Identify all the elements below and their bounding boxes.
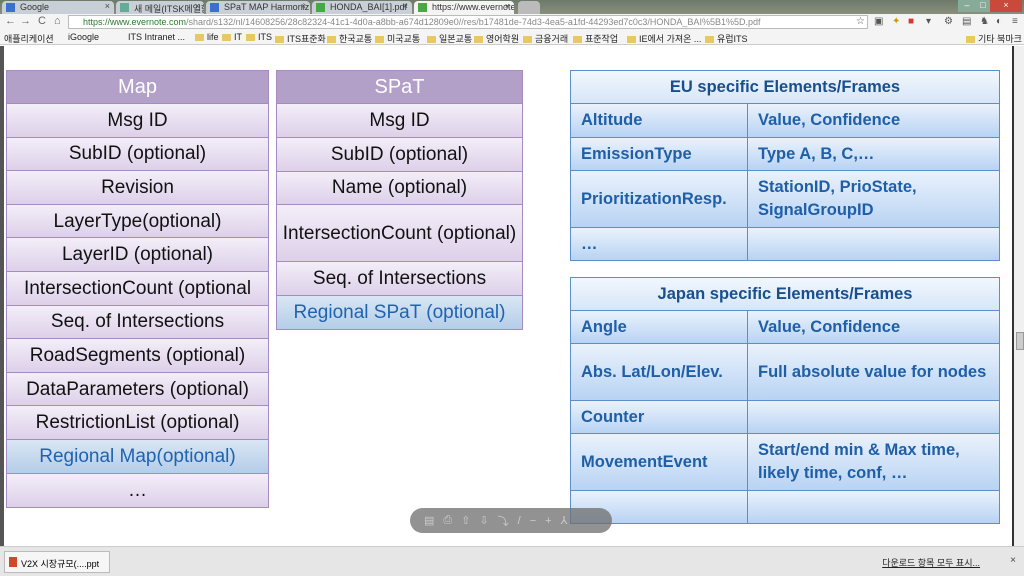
spat-table-row: Name (optional) [276, 170, 523, 205]
spat-table-row: Msg ID [276, 103, 523, 138]
map-table-row: RoadSegments (optional) [6, 338, 269, 373]
save-icon[interactable]: ▤ [424, 514, 434, 527]
japan_table-row-name: Counter [570, 400, 748, 434]
japan_table-row-value: Value, Confidence [747, 310, 1000, 344]
map-table-row: LayerType(optional) [6, 203, 269, 239]
map-table-header: Map [6, 70, 269, 104]
japan_table-row-value [747, 490, 1000, 524]
next-page-icon[interactable]: ⇩ [479, 514, 488, 527]
japan_table-header: Japan specific Elements/Frames [570, 277, 1000, 311]
eu_table-row-value: Type A, B, C,… [747, 137, 1000, 171]
map-table-row: DataParameters (optional) [6, 371, 269, 407]
acrobat-icon[interactable]: ⅄ [561, 514, 568, 527]
eu_table-row-name: EmissionType [570, 137, 748, 171]
page-icon[interactable]: ⤵ [498, 513, 509, 529]
map-table-row: Seq. of Intersections [6, 304, 269, 340]
map-table-row: SubID (optional) [6, 136, 269, 172]
spat-table-row: Seq. of Intersections [276, 261, 523, 296]
eu_table-row-value: StationID, PrioState, SignalGroupID [747, 170, 1000, 228]
japan_table-row-name: MovementEvent [570, 433, 748, 491]
show-all-downloads-link[interactable]: 다운로드 항목 모두 표시... [882, 556, 980, 569]
spat-table-header: SPaT [276, 70, 523, 104]
zoom-out-icon[interactable]: − [530, 515, 536, 527]
download-bar: V2X 시장규모(....ppt 다운로드 항목 모두 표시... × [0, 546, 1024, 576]
eu_table-header: EU specific Elements/Frames [570, 70, 1000, 104]
eu_table-row-name: … [570, 227, 748, 261]
scrollbar-thumb[interactable] [1016, 332, 1024, 350]
pdf-toolbar: ▤ ⎙ ⇧ ⇩ ⤵ / − + ⅄ [410, 508, 612, 533]
download-item[interactable]: V2X 시장규모(....ppt [4, 551, 110, 573]
prev-page-icon[interactable]: ⇧ [461, 514, 470, 527]
menu-icon[interactable]: ≡ [1012, 16, 1018, 27]
japan_table-row-name: Abs. Lat/Lon/Elev. [570, 343, 748, 401]
map-table-row: LayerID (optional) [6, 237, 269, 272]
japan_table-row-value: Full absolute value for nodes [747, 343, 1000, 401]
spat-table-row: IntersectionCount (optional) [276, 204, 523, 262]
map-table-row: RestrictionList (optional) [6, 405, 269, 440]
map-table-row: Revision [6, 170, 269, 205]
eu_table-row-name: Altitude [570, 103, 748, 138]
eu_table-row-value: Value, Confidence [747, 103, 1000, 138]
spat-table-row: SubID (optional) [276, 137, 523, 172]
pdf-viewer: Map Msg ID SubID (optional) Revision LayerTy… [0, 46, 1012, 546]
eu_table-row-value [747, 227, 1000, 261]
japan_table-row-value: Start/end min & Max time, likely time, c… [747, 433, 1000, 491]
close-icon[interactable]: × [1010, 555, 1016, 566]
japan_table-row-value [747, 400, 1000, 434]
spat-table-row: Regional SPaT (optional) [276, 295, 523, 330]
zoom-in-icon[interactable]: + [545, 515, 551, 527]
map-table-row: Regional Map(optional) [6, 439, 269, 474]
japan_table-row-name: Angle [570, 310, 748, 344]
map-table-row: IntersectionCount (optional [6, 271, 269, 306]
page-count-icon[interactable]: / [518, 515, 521, 527]
map-table-row: Msg ID [6, 103, 269, 138]
print-icon[interactable]: ⎙ [443, 514, 452, 527]
scrollbar[interactable] [1012, 46, 1024, 546]
map-table-row: … [6, 472, 269, 508]
eu_table-row-name: PrioritizationResp. [570, 170, 748, 228]
